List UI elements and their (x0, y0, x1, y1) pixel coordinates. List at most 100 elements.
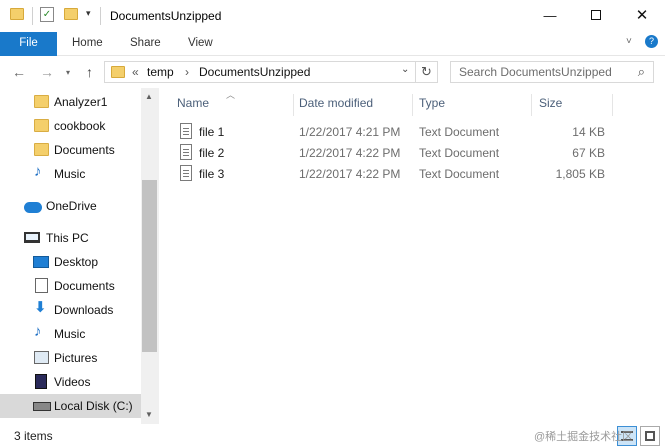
tab-share[interactable]: Share (130, 32, 161, 56)
file-size: 1,805 KB (555, 167, 605, 181)
navigation-pane-scrollbar[interactable]: ▲ ▼ (141, 88, 158, 424)
sort-ascending-icon: ︿ (226, 90, 236, 100)
address-bar[interactable]: « temp › DocumentsUnzipped ⌄ (104, 61, 416, 83)
large-icons-view-button[interactable] (640, 426, 660, 446)
text-document-icon (180, 144, 192, 160)
new-folder-icon[interactable] (64, 8, 78, 20)
file-name: file 3 (199, 167, 225, 181)
sidebar-item-label: Videos (54, 375, 91, 389)
documents-icon (35, 278, 48, 293)
refresh-button[interactable]: ↻ (416, 61, 438, 83)
tab-file[interactable]: File (0, 32, 57, 56)
minimize-button[interactable]: — (527, 0, 573, 30)
address-overflow-icon[interactable]: « (132, 65, 139, 79)
address-dropdown-icon[interactable]: ⌄ (401, 64, 409, 75)
sidebar-item-local-disk[interactable]: Local Disk (C:) (0, 394, 141, 418)
file-name: file 2 (199, 146, 225, 160)
sidebar-item-label: OneDrive (46, 199, 97, 213)
folder-icon (10, 8, 24, 20)
minimize-icon: — (543, 7, 557, 23)
file-size: 14 KB (572, 125, 605, 139)
onedrive-icon (24, 202, 42, 213)
table-row[interactable]: file 1 1/22/2017 4:21 PM Text Document 1… (174, 121, 614, 142)
table-row[interactable]: file 3 1/22/2017 4:22 PM Text Document 1… (174, 163, 614, 184)
breadcrumb-temp[interactable]: temp (147, 65, 174, 79)
file-type: Text Document (419, 125, 500, 139)
sidebar-item-cookbook[interactable]: cookbook (0, 114, 141, 138)
toolbar-separator (32, 7, 33, 25)
desktop-icon (33, 256, 49, 268)
back-arrow-icon[interactable]: ← (12, 64, 26, 80)
sidebar-item-music-pc[interactable]: ♪ Music (0, 322, 141, 346)
refresh-icon: ↻ (421, 64, 432, 79)
column-header-date-modified[interactable]: Date modified (299, 96, 373, 120)
watermark: @稀土掘金技术社区 (534, 431, 634, 443)
sidebar-item-desktop[interactable]: Desktop (0, 250, 141, 274)
search-input[interactable]: Search DocumentsUnzipped (459, 65, 612, 79)
properties-icon[interactable]: ✓ (40, 7, 54, 22)
file-date-modified: 1/22/2017 4:21 PM (299, 125, 401, 139)
tab-view[interactable]: View (188, 32, 213, 56)
file-name: file 1 (199, 125, 225, 139)
pictures-icon (34, 351, 49, 364)
music-icon: ♪ (34, 163, 42, 180)
column-divider[interactable] (293, 94, 294, 116)
downloads-icon: ⬇ (34, 299, 47, 316)
search-box[interactable]: Search DocumentsUnzipped ⌕ (450, 61, 654, 83)
table-row[interactable]: file 2 1/22/2017 4:22 PM Text Document 6… (174, 142, 614, 163)
scroll-up-icon[interactable]: ▲ (145, 92, 153, 101)
folder-icon (34, 95, 49, 108)
sidebar-item-this-pc[interactable]: This PC (0, 226, 141, 250)
sidebar-item-documents-pc[interactable]: Documents (0, 274, 141, 298)
sidebar-item-pictures[interactable]: Pictures (0, 346, 141, 370)
window-title: DocumentsUnzipped (110, 9, 222, 23)
column-divider[interactable] (531, 94, 532, 116)
sidebar-item-music[interactable]: ♪ Music (0, 162, 141, 186)
sidebar-item-label: Pictures (54, 351, 98, 365)
up-arrow-icon[interactable]: ↑ (86, 64, 93, 80)
toolbar-separator (100, 7, 101, 25)
sidebar-item-documents[interactable]: Documents (0, 138, 141, 162)
ribbon-tabs: File Home Share View ˅ ? (0, 32, 665, 56)
maximize-icon (591, 10, 601, 20)
sidebar-item-videos[interactable]: Videos (0, 370, 141, 394)
search-icon: ⌕ (637, 64, 645, 79)
maximize-button[interactable] (573, 0, 619, 30)
sidebar-item-analyzer1[interactable]: Analyzer1 (0, 90, 141, 114)
tab-home[interactable]: Home (72, 32, 103, 56)
breadcrumb-documentsunzipped[interactable]: DocumentsUnzipped (199, 65, 310, 79)
customize-quick-access-icon[interactable]: ▾ (86, 8, 91, 19)
file-date-modified: 1/22/2017 4:22 PM (299, 167, 401, 181)
recent-locations-icon[interactable]: ▾ (66, 68, 70, 77)
sidebar-item-label: Desktop (54, 255, 99, 269)
column-header-type[interactable]: Type (419, 96, 445, 120)
column-divider[interactable] (412, 94, 413, 116)
sidebar-item-downloads[interactable]: ⬇ Downloads (0, 298, 141, 322)
item-count: 3 items (14, 429, 53, 443)
sidebar-item-label: Documents (54, 279, 115, 293)
sidebar-item-label: Local Disk (C:) (54, 399, 133, 413)
help-icon[interactable]: ? (645, 35, 658, 48)
close-icon: ✕ (635, 7, 649, 24)
close-button[interactable]: ✕ (619, 0, 665, 30)
sidebar-item-label: This PC (46, 231, 89, 245)
large-icons-view-icon (645, 431, 655, 441)
file-date-modified: 1/22/2017 4:22 PM (299, 146, 401, 160)
column-header-name[interactable]: Name (177, 96, 209, 120)
file-list: Name Date modified Type Size file 1 1/22… (159, 88, 665, 424)
sidebar-item-label: Downloads (54, 303, 114, 317)
scroll-down-icon[interactable]: ▼ (145, 410, 153, 419)
navigation-pane: Analyzer1 cookbook Documents ♪ Music One… (0, 88, 158, 424)
file-size: 67 KB (572, 146, 605, 160)
sidebar-item-label: Music (54, 167, 86, 181)
column-divider[interactable] (612, 94, 613, 116)
videos-icon (35, 374, 47, 389)
scrollbar-thumb[interactable] (142, 180, 157, 352)
title-bar: ✓ ▾ DocumentsUnzipped — ✕ (0, 0, 665, 32)
forward-arrow-icon[interactable]: → (40, 64, 54, 80)
folder-icon (34, 143, 49, 156)
sidebar-item-onedrive[interactable]: OneDrive (0, 194, 141, 218)
expand-ribbon-icon[interactable]: ˅ (626, 36, 632, 47)
this-pc-icon (24, 232, 40, 243)
column-header-size[interactable]: Size (539, 96, 562, 120)
